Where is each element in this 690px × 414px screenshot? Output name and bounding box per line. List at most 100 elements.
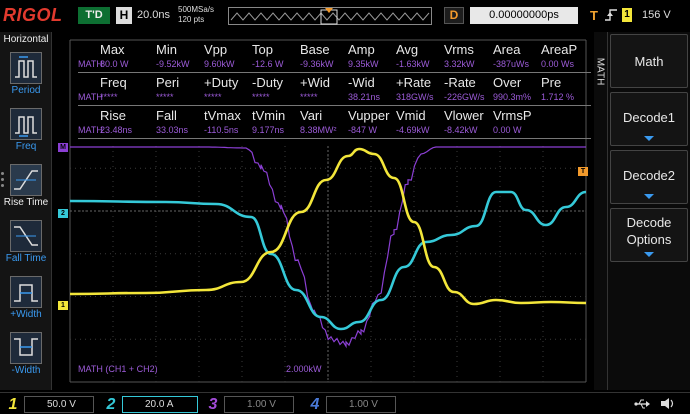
ch3-status[interactable]: 3 1.00 V (204, 395, 296, 414)
measurement-value: -9.36kW (300, 59, 334, 69)
measure-neg-width-item[interactable]: -Width (6, 332, 46, 390)
softkey-label: Decode Options (626, 215, 672, 247)
measurement-value: ***** (204, 92, 222, 102)
menu-title: MATH (594, 32, 608, 390)
measurement-header: Vlower (444, 108, 484, 123)
measurement-header: Avg (396, 42, 419, 57)
measurement-header: Min (156, 42, 177, 57)
measurement-value: 80.0 W (100, 59, 129, 69)
trigger-key[interactable]: T (586, 7, 602, 24)
decode-options-softkey[interactable]: Decode Options (610, 208, 688, 262)
measurement-value: ***** (252, 92, 270, 102)
measurement-value: 0.00 W (493, 125, 522, 135)
measure-fall-time-item[interactable]: Fall Time (6, 220, 46, 278)
waveform-timeline-bar[interactable] (228, 7, 432, 25)
sample-rate: 500MSa/s (178, 5, 215, 14)
measurement-header: AreaP (541, 42, 578, 57)
measurement-header: Vrms (444, 42, 474, 57)
measurement-value: 33.03ns (156, 125, 189, 135)
ch1-offset-marker[interactable]: 1 (58, 301, 68, 310)
measure-freq-item[interactable]: Freq (6, 108, 46, 166)
chevron-down-icon (644, 136, 654, 141)
measurement-value: 318GW/s (396, 92, 434, 102)
measurement-header: Over (493, 75, 522, 90)
softkey-label: Decode2 (622, 168, 676, 183)
measurement-header: Max (100, 42, 125, 57)
channel-scale: 50.0 V (24, 396, 94, 413)
measurement-value: -387uWs (493, 59, 530, 69)
pos-width-icon (10, 276, 42, 308)
measurement-row-2: MATH Freq ***** Peri ***** +Duty ***** -Duty ***… (78, 73, 591, 106)
measurement-value: -847 W (348, 125, 378, 135)
rising-edge-icon (605, 9, 617, 21)
measurement-value: ***** (100, 92, 118, 102)
measurement-value: 9.35kW (348, 59, 379, 69)
top-status-bar: RIGOL T'D H 20.0ns 500MSa/s 120 pts D 0.… (0, 0, 690, 32)
decode1-softkey[interactable]: Decode1 (610, 92, 688, 146)
measurement-header: Area (493, 42, 521, 57)
measurement-row-1: MATH Max 80.0 W Min -9.52kW Vpp 9.60kW Top -12.6… (78, 40, 591, 73)
freq-icon (10, 108, 42, 140)
measurement-header: -Rate (444, 75, 476, 90)
sample-info: 500MSa/s 120 pts (178, 5, 214, 25)
measurement-value: ***** (300, 92, 318, 102)
horizontal-measure-panel: Horizontal Period Freq Rise Time Fall Ti… (0, 32, 52, 390)
menu-title-text: MATH (594, 57, 606, 86)
ch2-trace (69, 190, 587, 331)
decode2-softkey[interactable]: Decode2 (610, 150, 688, 204)
trigger-level-value: 156 V (642, 9, 671, 21)
math-softkey[interactable]: Math (610, 34, 688, 88)
measure-pos-width-item[interactable]: +Width (6, 276, 46, 334)
measurement-header: Vari (300, 108, 323, 123)
measurement-header: -Wid (348, 75, 375, 90)
measurement-header: Pre (541, 75, 562, 90)
channel-number: 3 (208, 396, 218, 413)
trigger-delay-value[interactable]: 0.00000000ps (470, 7, 578, 24)
channel-number: 1 (8, 396, 18, 413)
speaker-icon[interactable] (660, 397, 676, 410)
neg-width-icon (10, 332, 42, 364)
measure-period-item[interactable]: Period (6, 52, 46, 110)
measurement-header: Vpp (204, 42, 228, 57)
trigger-level-marker[interactable]: T (578, 167, 588, 176)
timeline-wave-icon (230, 8, 430, 25)
brand-logo: RIGOL (3, 5, 63, 25)
measurement-header: +Rate (396, 75, 432, 90)
usb-icon (634, 399, 650, 409)
measurement-value: 0.00 Ws (541, 59, 575, 69)
channel-status-bar: 1 50.0 V 2 20.0 A 3 1.00 V 4 1.00 V (0, 392, 690, 414)
measurement-value: 9.60kW (204, 59, 235, 69)
waveform-display[interactable]: MATH Max 80.0 W Min -9.52kW Vpp 9.60kW Top -12.6… (56, 32, 591, 390)
measure-rise-time-item[interactable]: Rise Time (4, 164, 48, 222)
measurement-header: Peri (156, 75, 180, 90)
measurement-value: 23.48ns (100, 125, 133, 135)
softkey-label: Decode1 (622, 110, 676, 125)
delay-key[interactable]: D (444, 7, 464, 24)
chevron-down-icon (644, 252, 654, 257)
measurement-row-3: MATH Rise 23.48ns Fall 33.03ns tVmax -110.5ns t… (78, 106, 591, 139)
channel-number: 2 (106, 396, 116, 413)
measurement-value: -226GW/s (444, 92, 485, 102)
math-scale-label: 2.000kW (286, 364, 322, 374)
measurement-header: Rise (100, 108, 127, 123)
period-icon (10, 52, 42, 84)
fall-time-icon (10, 220, 42, 252)
measurement-header: -Duty (252, 75, 284, 90)
measurement-value: -8.42kW (444, 125, 478, 135)
chevron-down-icon (644, 194, 654, 199)
horizontal-key[interactable]: H (116, 7, 132, 24)
measurement-header: Amp (348, 42, 375, 57)
measure-label: Freq (15, 141, 37, 152)
ch2-status[interactable]: 2 20.0 A (102, 395, 198, 414)
measurement-value: ***** (156, 92, 174, 102)
measurement-value: 1.712 % (541, 92, 575, 102)
math-offset-marker[interactable]: M (58, 143, 68, 152)
channel-scale: 20.0 A (122, 396, 198, 413)
math-expression-label: MATH (CH1 + CH2) (78, 364, 158, 374)
ch1-status[interactable]: 1 50.0 V (4, 395, 96, 414)
measurement-header: Vmid (396, 108, 426, 123)
ch2-offset-marker[interactable]: 2 (58, 209, 68, 218)
measurement-value: -4.69kW (396, 125, 430, 135)
ch4-status[interactable]: 4 1.00 V (306, 395, 398, 414)
measurement-value: 9.177ns (252, 125, 285, 135)
